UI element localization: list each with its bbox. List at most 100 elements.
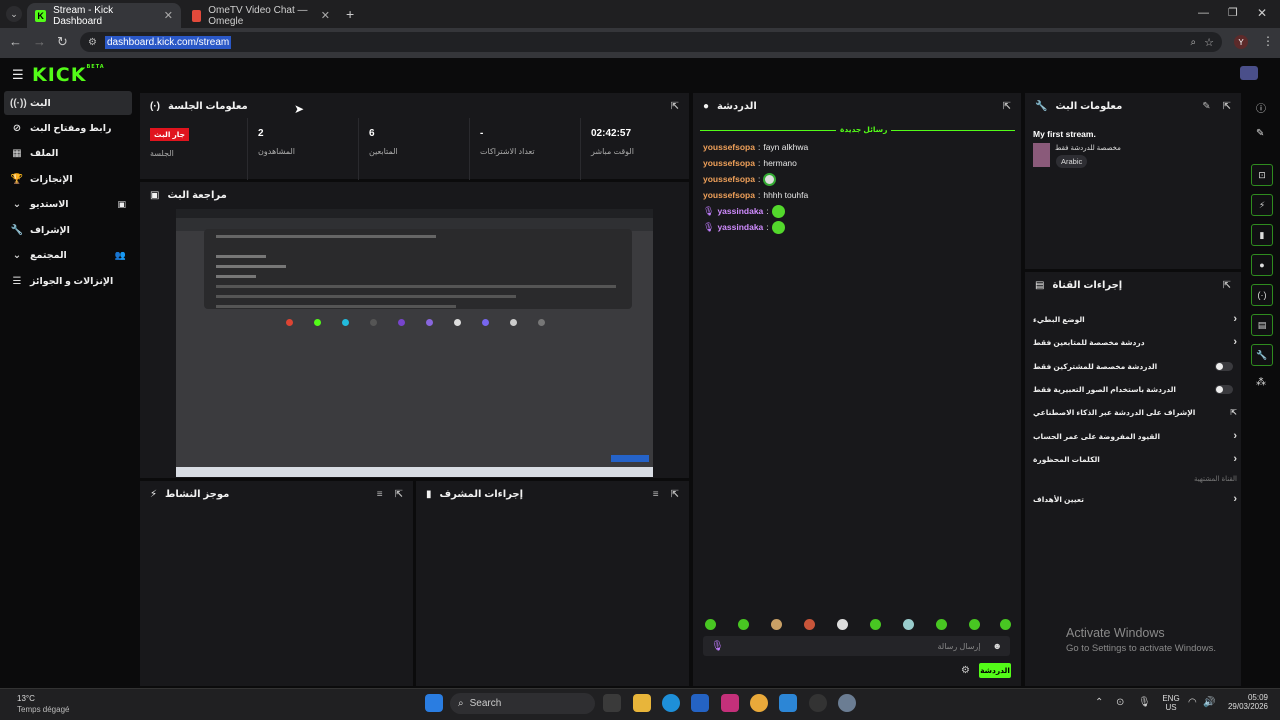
chat-username[interactable]: youssefsopa bbox=[703, 142, 755, 152]
tab-ometv[interactable]: OmeTV Video Chat — Omegle ✕ bbox=[184, 3, 338, 28]
emote-icon[interactable] bbox=[936, 619, 947, 630]
maximize-icon[interactable]: ❐ bbox=[1228, 6, 1238, 19]
profile-avatar[interactable]: Y bbox=[1234, 35, 1248, 49]
chat-message[interactable]: youssefsopa: hhhh touhfa bbox=[703, 188, 808, 202]
chat-send-button[interactable]: الدردشة bbox=[979, 663, 1011, 678]
sidebar-item-moderation[interactable]: 🔧 الإشراف bbox=[4, 218, 132, 242]
mic-tray-icon[interactable]: 🎙 bbox=[1138, 697, 1151, 708]
emote-icon[interactable] bbox=[705, 619, 716, 630]
rail-button-activity[interactable]: ⚡ bbox=[1251, 194, 1273, 216]
chat-input[interactable]: 🎙 إرسال رسالة ☻ bbox=[703, 636, 1010, 656]
network-icon[interactable]: ⊙ bbox=[1116, 697, 1124, 708]
mic-icon[interactable]: 🎙 bbox=[711, 641, 724, 652]
site-info-icon[interactable]: ⚙ bbox=[88, 37, 97, 48]
edge-icon[interactable] bbox=[662, 694, 680, 712]
emote-icon[interactable] bbox=[903, 619, 914, 630]
sidebar-item-studio[interactable]: ⌄ الاستديو ▣ bbox=[4, 192, 132, 216]
chat-message[interactable]: youssefsopa: bbox=[703, 172, 777, 186]
popout-icon[interactable]: ⇱ bbox=[671, 489, 679, 500]
close-tab-icon[interactable]: ✕ bbox=[321, 9, 330, 22]
tab-search-icon[interactable]: ⌄ bbox=[6, 6, 22, 22]
app-icon[interactable] bbox=[809, 694, 827, 712]
zoom-icon[interactable]: ⌕ bbox=[1191, 37, 1197, 48]
sidebar-item-drops[interactable]: ☰ الإنزالات و الجوائز bbox=[4, 269, 132, 293]
account-age-row[interactable]: القيود المفروضة على عمر الحساب › bbox=[1033, 425, 1237, 447]
edit-pencil-icon[interactable]: ✎ bbox=[1202, 101, 1210, 112]
followers-only-row[interactable]: دردشة مخصصة للمتابعين فقط › bbox=[1033, 331, 1237, 353]
rail-button-mod[interactable]: ▮ bbox=[1251, 224, 1273, 246]
popout-icon[interactable]: ⇱ bbox=[1223, 101, 1231, 112]
chat-message[interactable]: 🎙 yassindaka: bbox=[703, 204, 785, 218]
chrome-icon[interactable] bbox=[750, 694, 768, 712]
ai-moderation-row[interactable]: الإشراف على الدردشة عبر الذكاء الاصطناعي… bbox=[1033, 401, 1237, 423]
browser-menu-icon[interactable]: ⋮ bbox=[1262, 34, 1274, 48]
weather-temp[interactable]: 13°C bbox=[17, 694, 35, 703]
chat-username[interactable]: youssefsopa bbox=[703, 174, 755, 184]
chat-username[interactable]: youssefsopa bbox=[703, 190, 755, 200]
emote-icon[interactable] bbox=[804, 619, 815, 630]
chat-message[interactable]: 🎙 yassindaka: bbox=[703, 220, 785, 234]
new-tab-icon[interactable]: + bbox=[346, 6, 354, 22]
emote-icon[interactable] bbox=[771, 619, 782, 630]
forward-icon[interactable]: → bbox=[33, 34, 46, 49]
hamburger-menu-icon[interactable]: ☰ bbox=[12, 67, 24, 83]
outlook-icon[interactable] bbox=[779, 694, 797, 712]
sidebar-item-achievements[interactable]: 🏆 الإنجازات bbox=[4, 167, 132, 191]
emote-icon[interactable] bbox=[1000, 619, 1011, 630]
task-view-icon[interactable] bbox=[603, 694, 621, 712]
volume-icon[interactable]: 🔊 bbox=[1203, 697, 1215, 708]
minimize-icon[interactable]: — bbox=[1198, 7, 1209, 19]
sidebar-item-stream[interactable]: ((·)) البث bbox=[4, 91, 132, 115]
rail-button-stats[interactable]: ⊡ bbox=[1251, 164, 1273, 186]
popout-icon[interactable]: ⇱ bbox=[395, 489, 403, 500]
tray-chevron-up-icon[interactable]: ⌃ bbox=[1095, 697, 1103, 708]
emote-icon[interactable] bbox=[969, 619, 980, 630]
weather-desc[interactable]: Temps dégagé bbox=[17, 705, 69, 714]
subscribers-only-toggle[interactable] bbox=[1215, 361, 1233, 371]
chat-username[interactable]: yassindaka bbox=[717, 206, 763, 216]
url-text[interactable]: dashboard.kick.com/stream bbox=[104, 35, 232, 49]
banned-words-row[interactable]: الكلمات المحظورة › bbox=[1033, 448, 1237, 470]
windows-start-icon[interactable] bbox=[425, 694, 443, 712]
kick-logo[interactable]: KICKBETA bbox=[32, 64, 105, 86]
rail-button-wrench[interactable]: 🔧 bbox=[1251, 344, 1273, 366]
emote-icon[interactable] bbox=[870, 619, 881, 630]
popout-icon[interactable]: ⇱ bbox=[671, 101, 679, 112]
chat-username[interactable]: youssefsopa bbox=[703, 158, 755, 168]
store-icon[interactable] bbox=[691, 694, 709, 712]
instagram-icon[interactable] bbox=[721, 694, 739, 712]
share-icon[interactable]: ⁂ bbox=[1256, 377, 1266, 388]
address-bar[interactable]: ⚙ dashboard.kick.com/stream ⌕ ☆ bbox=[80, 32, 1222, 52]
emote-only-toggle[interactable] bbox=[1215, 384, 1233, 394]
sidebar-item-profile[interactable]: ▦ الملف bbox=[4, 141, 132, 165]
input-language[interactable]: ENG US bbox=[1160, 694, 1182, 712]
popout-icon[interactable]: ⇱ bbox=[1223, 280, 1231, 291]
bookmark-star-icon[interactable]: ☆ bbox=[1204, 36, 1214, 49]
stream-preview-video[interactable] bbox=[176, 209, 653, 477]
emote-icon[interactable] bbox=[837, 619, 848, 630]
chat-settings-gear-icon[interactable]: ⚙ bbox=[961, 665, 970, 676]
back-icon[interactable]: ← bbox=[9, 34, 22, 49]
file-explorer-icon[interactable] bbox=[633, 694, 651, 712]
popout-icon[interactable]: ⇱ bbox=[1003, 101, 1011, 112]
settings-gear-icon[interactable] bbox=[838, 694, 856, 712]
reload-icon[interactable]: ↻ bbox=[57, 34, 68, 50]
chat-message[interactable]: youssefsopa: hermano bbox=[703, 156, 797, 170]
slow-mode-row[interactable]: الوضع البطيء › bbox=[1033, 308, 1237, 330]
taskbar-clock[interactable]: 05:09 29/03/2026 bbox=[1220, 693, 1268, 711]
chat-username[interactable]: yassindaka bbox=[717, 222, 763, 232]
edit-pencil-icon[interactable]: ✎ bbox=[1256, 128, 1264, 139]
emote-icon[interactable] bbox=[738, 619, 749, 630]
close-tab-icon[interactable]: ✕ bbox=[164, 9, 173, 22]
filter-icon[interactable]: ≡ bbox=[653, 489, 659, 500]
emoji-icon[interactable]: ☻ bbox=[993, 641, 1002, 651]
rail-button-chat[interactable]: ● bbox=[1251, 254, 1273, 276]
close-window-icon[interactable]: ✕ bbox=[1257, 6, 1267, 20]
rail-button-broadcast[interactable]: (·) bbox=[1251, 284, 1273, 306]
tab-kick-dashboard[interactable]: K Stream - Kick Dashboard ✕ bbox=[27, 3, 181, 28]
rail-button-channel[interactable]: ▤ bbox=[1251, 314, 1273, 336]
set-goals-row[interactable]: تعيين الأهداف › bbox=[1033, 488, 1237, 510]
sidebar-item-stream-key[interactable]: ⊘ رابط ومفتاح البث bbox=[4, 116, 132, 140]
wifi-icon[interactable]: ◠ bbox=[1188, 697, 1197, 708]
taskbar-search[interactable]: ⌕ Search bbox=[450, 693, 595, 714]
